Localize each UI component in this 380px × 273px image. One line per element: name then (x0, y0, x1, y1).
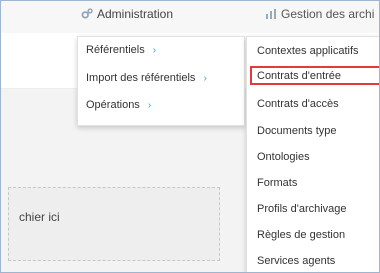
screenshot-frame: Administration Gestion des archi chier i… (0, 0, 380, 273)
chevron-right-icon: › (152, 44, 157, 56)
nav-gestion-archives-label: Gestion des archi (281, 7, 375, 21)
file-drop-zone[interactable]: chier ici (8, 187, 220, 261)
submenu-item-services-agents[interactable]: Services agents (253, 251, 379, 270)
top-navigation-bar: Administration Gestion des archi (1, 1, 379, 34)
administration-dropdown-menu: Référentiels › Import des référentiels ›… (77, 36, 245, 126)
submenu-item-ontologies[interactable]: Ontologies (253, 147, 379, 166)
menu-item-label: Référentiels (86, 44, 145, 56)
submenu-item-profils-archivage[interactable]: Profils d'archivage (253, 199, 379, 218)
menu-item-label: Opérations (86, 99, 140, 111)
menu-item-referentiels[interactable]: Référentiels › (86, 41, 156, 59)
nav-administration-label: Administration (97, 7, 174, 21)
chevron-right-icon: › (147, 99, 152, 111)
nav-gestion-archives[interactable]: Gestion des archi (265, 6, 374, 22)
menu-item-operations[interactable]: Opérations › (86, 96, 151, 114)
submenu-item-regles-gestion[interactable]: Règles de gestion (253, 225, 379, 244)
nav-administration[interactable]: Administration (80, 6, 173, 22)
drop-zone-text: chier ici (19, 210, 60, 224)
submenu-item-contrats-acces[interactable]: Contrats d'accès (253, 94, 379, 113)
submenu-item-contrats-entree[interactable]: Contrats d'entrée (250, 66, 379, 85)
submenu-item-formats[interactable]: Formats (253, 173, 379, 192)
menu-item-import-referentiels[interactable]: Import des référentiels › (86, 69, 207, 87)
submenu-item-contextes-applicatifs[interactable]: Contextes applicatifs (253, 41, 379, 60)
submenu-item-documents-type[interactable]: Documents type (253, 121, 379, 140)
menu-item-label: Import des référentiels (86, 72, 196, 84)
bar-chart-icon (266, 9, 276, 19)
referentiels-submenu: Contextes applicatifs Contrats d'entrée … (246, 36, 379, 272)
gear-icon (81, 8, 93, 19)
chevron-right-icon: › (203, 72, 207, 84)
